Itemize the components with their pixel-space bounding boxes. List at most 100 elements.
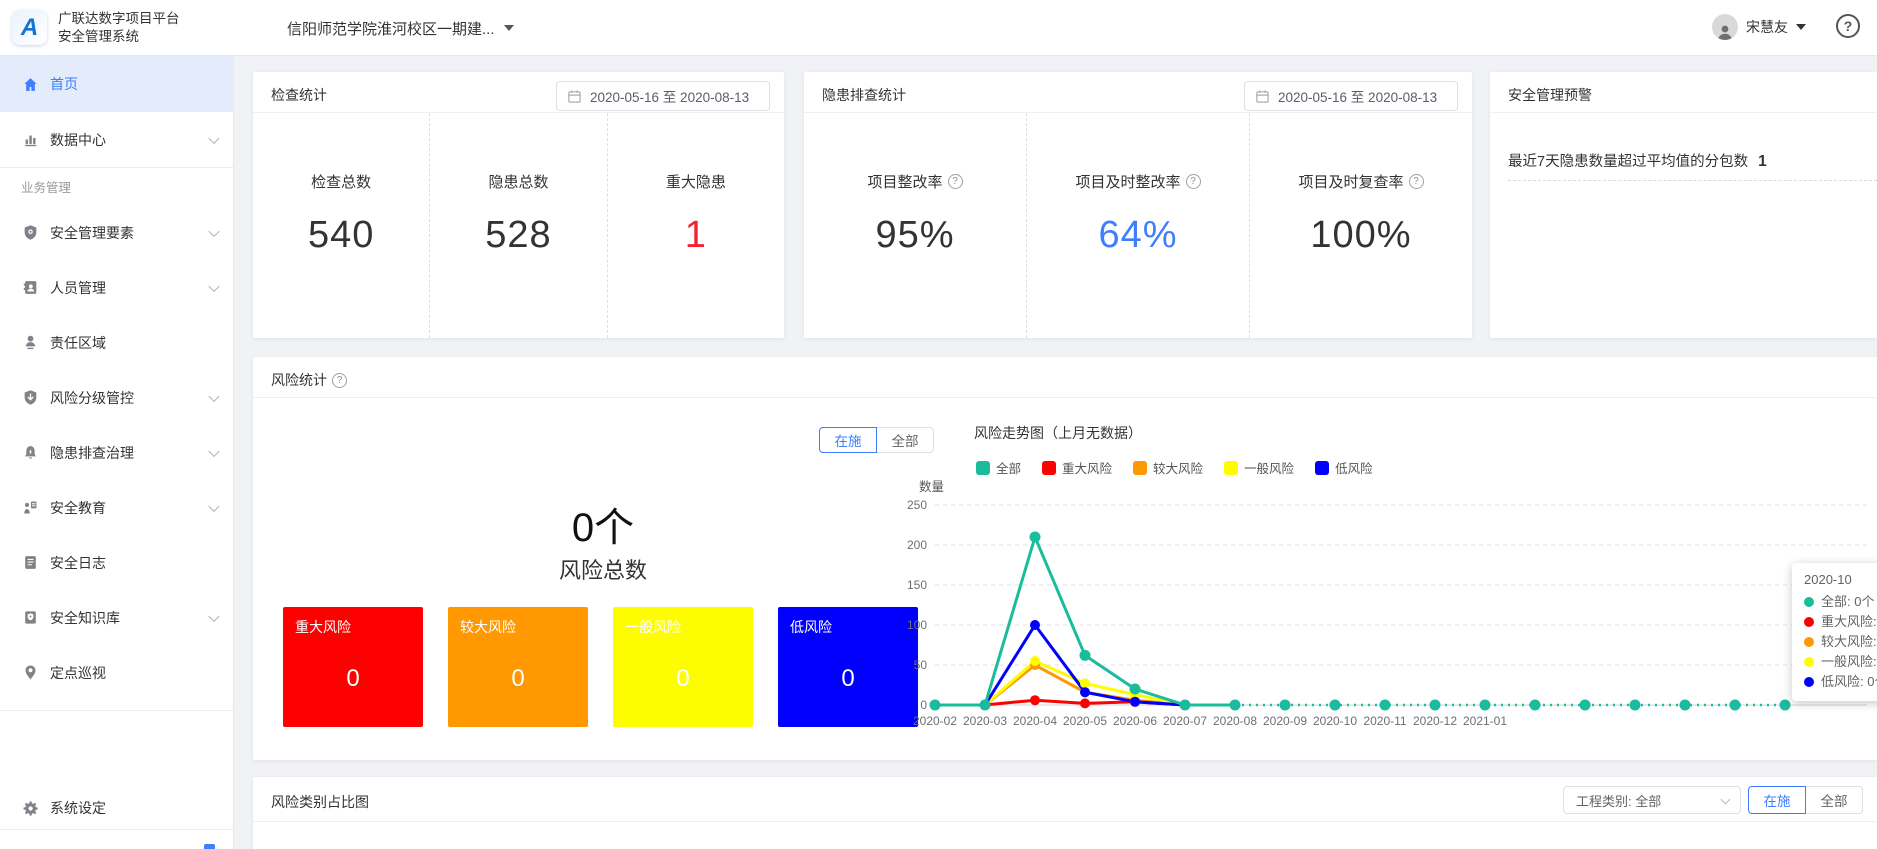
- card-header: 风险类别占比图 工程类别: 全部 在施 全部: [253, 777, 1877, 822]
- risk-level-value: 0: [778, 665, 918, 693]
- map-pin-icon: [22, 664, 39, 681]
- sidebar-item-system-settings[interactable]: 系统设定: [0, 780, 233, 836]
- sidebar-item-patrol[interactable]: 定点巡视: [0, 645, 233, 700]
- inspection-stat: 检查总数540: [253, 113, 429, 338]
- risk-title: 风险统计: [271, 370, 327, 390]
- risk-level-label: 较大风险: [460, 617, 516, 637]
- risk-level-value: 0: [448, 665, 588, 693]
- tooltip-row: 重大风险: 0个: [1804, 612, 1877, 632]
- tooltip-text: 较大风险: 0个: [1821, 632, 1877, 652]
- question-icon[interactable]: ?: [948, 174, 963, 189]
- app-title-line2: 安全管理系统: [58, 28, 180, 46]
- card-title: 风险统计 ?: [271, 370, 347, 390]
- chevron-down-icon: [1721, 795, 1731, 805]
- toggle-all[interactable]: 全部: [1805, 786, 1863, 814]
- risk-trend-chart[interactable]: 050100150200250数量2020-022020-032020-0420…: [898, 440, 1877, 745]
- line-chart-svg: 050100150200250数量2020-022020-032020-0420…: [898, 440, 1877, 745]
- question-icon[interactable]: ?: [332, 373, 347, 388]
- sidebar-item-safety-education[interactable]: 安全教育: [0, 480, 233, 535]
- svg-text:150: 150: [907, 578, 927, 592]
- user-menu[interactable]: 宋慧友: [1712, 14, 1806, 40]
- tooltip-month: 2020-10: [1804, 572, 1877, 587]
- inspection-stat: 隐患总数528: [429, 113, 606, 338]
- svg-text:2020-02: 2020-02: [913, 714, 957, 728]
- risk-level-box: 较大风险 0: [448, 607, 588, 727]
- floating-widget[interactable]: [204, 844, 215, 849]
- stat-value: 95%: [804, 214, 1026, 257]
- sidebar-item-responsibility-area[interactable]: 责任区域: [0, 315, 233, 370]
- sidebar-item-personnel[interactable]: 人员管理: [0, 260, 233, 315]
- help-icon[interactable]: ?: [1836, 14, 1860, 38]
- app-title-line1: 广联达数字项目平台: [58, 10, 180, 28]
- inspection-stats-row: 检查总数540隐患总数528重大隐患1: [253, 113, 784, 338]
- app-title: 广联达数字项目平台 安全管理系统: [58, 10, 180, 46]
- warning-count: 1: [1758, 153, 1767, 170]
- shield-dot-icon: [22, 224, 39, 241]
- logo-letter: A: [21, 14, 38, 42]
- svg-text:2021-01: 2021-01: [1463, 714, 1507, 728]
- risk-level-box: 重大风险0: [283, 607, 423, 727]
- question-icon[interactable]: ?: [1409, 174, 1424, 189]
- stat-value: 64%: [1027, 214, 1249, 257]
- divider: [1508, 180, 1877, 181]
- series-dot: [1804, 617, 1814, 627]
- toggle-in-progress[interactable]: 在施: [819, 427, 877, 453]
- help-glyph: ?: [1844, 18, 1853, 34]
- chevron-down-icon: [208, 500, 219, 511]
- sidebar-section-label: 业务管理: [0, 168, 233, 205]
- card-header: 检查统计 2020-05-16 至 2020-08-13: [253, 72, 784, 113]
- sidebar-item-data-center[interactable]: 数据中心: [0, 112, 233, 167]
- education-icon: [22, 499, 39, 516]
- svg-text:2020-05: 2020-05: [1063, 714, 1107, 728]
- risk-level-box: 一般风险0: [613, 607, 753, 727]
- svg-text:2020-07: 2020-07: [1163, 714, 1207, 728]
- date-range-picker[interactable]: 2020-05-16 至 2020-08-13: [1244, 81, 1458, 111]
- svg-text:2020-08: 2020-08: [1213, 714, 1257, 728]
- date-range-picker[interactable]: 2020-05-16 至 2020-08-13: [556, 81, 770, 111]
- warning-title: 安全管理预警: [1508, 85, 1592, 105]
- person-icon: [1716, 24, 1734, 40]
- toggle-in-progress[interactable]: 在施: [1748, 786, 1806, 814]
- tooltip-text: 一般风险: 0个: [1821, 652, 1877, 672]
- chevron-down-icon: [208, 390, 219, 401]
- stat-label: 项目及时复查率: [1298, 171, 1403, 192]
- svg-text:250: 250: [907, 498, 927, 512]
- sidebar-item-home[interactable]: 首页: [0, 56, 233, 112]
- project-selector[interactable]: 信阳师范学院淮河校区一期建...: [287, 16, 514, 40]
- card-title: 检查统计: [271, 85, 327, 105]
- sidebar-item-hazard-management[interactable]: 隐患排查治理: [0, 425, 233, 480]
- inspection-stats-card: 检查统计 2020-05-16 至 2020-08-13 检查总数540隐患总数…: [253, 72, 784, 338]
- sidebar-item-label: 人员管理: [50, 278, 106, 298]
- series-dot: [1804, 677, 1814, 687]
- card-title: 隐患排查统计: [822, 85, 906, 105]
- card-title: 风险类别占比图: [271, 792, 369, 812]
- project-type-select[interactable]: 工程类别: 全部: [1563, 786, 1741, 814]
- book-shield-icon: [22, 609, 39, 626]
- svg-text:2020-06: 2020-06: [1113, 714, 1157, 728]
- sidebar-item-safety-elements[interactable]: 安全管理要素: [0, 205, 233, 260]
- tooltip-row: 一般风险: 0个: [1804, 652, 1877, 672]
- tooltip-row: 较大风险: 0个: [1804, 632, 1877, 652]
- sidebar-divider: [0, 710, 233, 711]
- bar-chart-icon: [22, 131, 39, 148]
- svg-text:50: 50: [914, 658, 928, 672]
- series-dot: [1804, 637, 1814, 647]
- tooltip-row: 全部: 0个: [1804, 592, 1877, 612]
- question-icon[interactable]: ?: [1186, 174, 1201, 189]
- svg-text:2020-03: 2020-03: [963, 714, 1007, 728]
- category-status-toggle: 在施 全部: [1748, 786, 1863, 814]
- svg-text:2020-09: 2020-09: [1263, 714, 1307, 728]
- tooltip-text: 全部: 0个: [1821, 592, 1874, 612]
- risk-level-label: 低风险: [790, 617, 832, 637]
- sidebar-item-label: 安全日志: [50, 553, 106, 573]
- chevron-down-icon: [208, 445, 219, 456]
- stat-label: 项目及时整改率: [1075, 171, 1180, 192]
- person-pin-icon: [22, 334, 39, 351]
- sidebar-item-knowledge-base[interactable]: 安全知识库: [0, 590, 233, 645]
- sidebar-item-risk-control[interactable]: 风险分级管控: [0, 370, 233, 425]
- chart-tooltip: 2020-10 全部: 0个重大风险: 0个较大风险: 0个一般风险: 0个低风…: [1792, 563, 1877, 701]
- tooltip-text: 低风险: 0个: [1821, 672, 1877, 692]
- stat-value: 528: [430, 214, 606, 257]
- user-name: 宋慧友: [1746, 17, 1788, 37]
- sidebar-item-safety-log[interactable]: 安全日志: [0, 535, 233, 590]
